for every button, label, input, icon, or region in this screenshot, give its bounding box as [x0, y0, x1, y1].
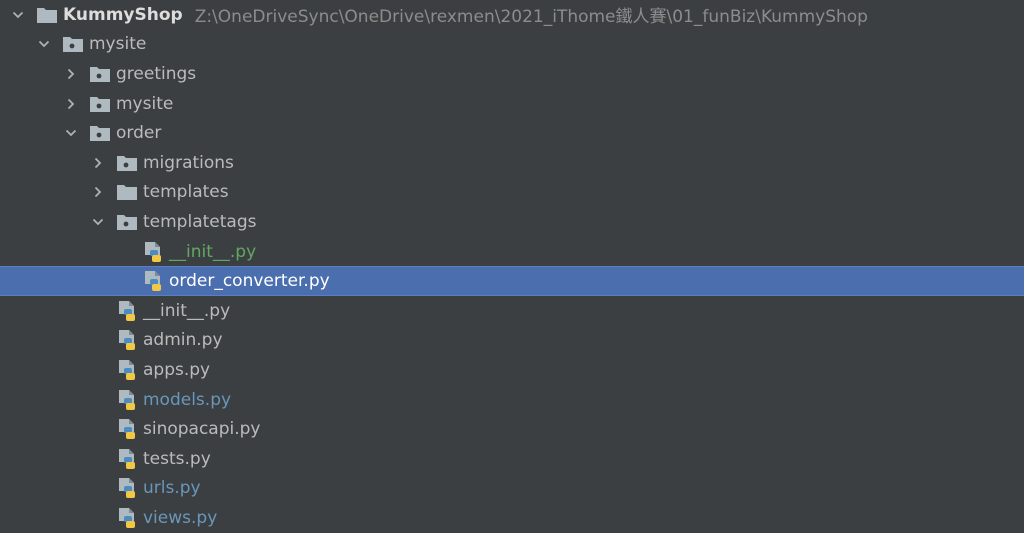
tree-node-order[interactable]: order [0, 118, 1024, 148]
tree-file-views[interactable]: views.py [0, 503, 1024, 533]
python-file-icon [116, 389, 138, 410]
tree-node-mysite[interactable]: mysite [0, 30, 1024, 60]
folder-icon [116, 182, 138, 202]
tree-file-label: admin.py [143, 330, 223, 351]
tree-node-label: mysite [89, 34, 147, 55]
tree-file-label: apps.py [143, 359, 211, 380]
tree-file-order-converter[interactable]: order_converter.py [0, 266, 1024, 296]
tree-file-sinopacapi[interactable]: sinopacapi.py [0, 414, 1024, 444]
tree-node-label: templatetags [143, 211, 257, 232]
tree-node-label: order [116, 123, 162, 144]
tree-node-mysite-inner[interactable]: mysite [0, 89, 1024, 119]
module-folder-icon [89, 123, 111, 143]
tree-node-migrations[interactable]: migrations [0, 148, 1024, 178]
python-file-icon [142, 271, 164, 292]
tree-node-greetings[interactable]: greetings [0, 59, 1024, 89]
module-folder-icon [116, 153, 138, 173]
tree-root-label: KummyShop [63, 4, 183, 25]
folder-icon [36, 5, 58, 25]
chevron-right-icon[interactable] [63, 66, 79, 82]
module-folder-icon [89, 94, 111, 114]
python-file-icon [116, 478, 138, 499]
python-file-icon [116, 448, 138, 469]
chevron-down-icon[interactable] [63, 125, 79, 141]
chevron-right-icon[interactable] [90, 155, 106, 171]
tree-file-models[interactable]: models.py [0, 385, 1024, 415]
tree-file-label: order_converter.py [169, 271, 330, 292]
tree-node-templatetags[interactable]: templatetags [0, 207, 1024, 237]
python-file-icon [116, 359, 138, 380]
tree-file-urls[interactable]: urls.py [0, 474, 1024, 504]
tree-node-label: mysite [116, 93, 174, 114]
python-file-icon [116, 330, 138, 351]
python-file-icon [116, 300, 138, 321]
tree-node-templates[interactable]: templates [0, 178, 1024, 208]
tree-root-path: Z:\OneDriveSync\OneDrive\rexmen\2021_iTh… [194, 7, 868, 28]
tree-node-label: greetings [116, 63, 197, 84]
module-folder-icon [62, 34, 84, 54]
tree-node-label: migrations [143, 152, 234, 173]
tree-file-admin[interactable]: admin.py [0, 326, 1024, 356]
tree-file-order-init[interactable]: __init__.py [0, 296, 1024, 326]
tree-file-templatetags-init[interactable]: __init__.py [0, 237, 1024, 267]
tree-file-label: tests.py [143, 448, 211, 469]
tree-root-kummyshop[interactable]: KummyShop Z:\OneDriveSync\OneDrive\rexme… [0, 0, 1024, 30]
project-tree: KummyShop Z:\OneDriveSync\OneDrive\rexme… [0, 0, 1024, 533]
tree-file-label: models.py [143, 389, 232, 410]
tree-file-label: sinopacapi.py [143, 419, 261, 440]
tree-file-label: urls.py [143, 478, 201, 499]
python-file-icon [116, 507, 138, 528]
chevron-down-icon[interactable] [36, 36, 52, 52]
tree-file-apps[interactable]: apps.py [0, 355, 1024, 385]
python-file-icon [116, 419, 138, 440]
tree-file-label: __init__.py [143, 300, 231, 321]
tree-file-label: views.py [143, 507, 218, 528]
tree-file-tests[interactable]: tests.py [0, 444, 1024, 474]
chevron-right-icon[interactable] [90, 184, 106, 200]
module-folder-icon [89, 64, 111, 84]
module-folder-icon [116, 212, 138, 232]
chevron-right-icon[interactable] [63, 96, 79, 112]
chevron-down-icon[interactable] [90, 214, 106, 230]
python-file-icon [142, 241, 164, 262]
tree-node-label: templates [143, 182, 229, 203]
tree-file-label: __init__.py [169, 241, 257, 262]
chevron-down-icon[interactable] [10, 7, 26, 23]
